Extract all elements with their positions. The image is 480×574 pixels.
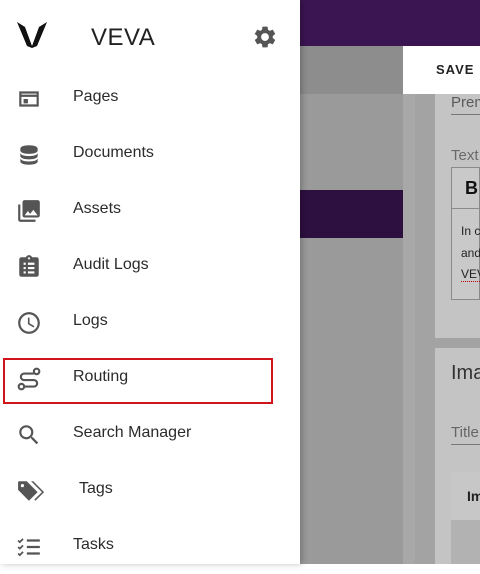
gear-icon[interactable] xyxy=(252,24,278,50)
image-table-body xyxy=(451,520,480,564)
nav-item-audit-logs[interactable]: Audit Logs xyxy=(0,238,300,294)
editor-line-3: VEV xyxy=(461,267,480,282)
nav-label-documents: Documents xyxy=(73,144,154,161)
app-top-bar xyxy=(300,0,480,46)
field-underline xyxy=(451,114,480,115)
nav-label-logs: Logs xyxy=(73,312,108,329)
title-field[interactable]: Title xyxy=(451,424,480,441)
panel-divider xyxy=(403,94,415,564)
nav-item-documents[interactable]: Documents xyxy=(0,126,300,182)
clock-icon xyxy=(18,312,40,334)
nav-item-search-manager[interactable]: Search Manager xyxy=(0,406,300,462)
pages-icon xyxy=(19,91,39,107)
route-icon xyxy=(17,367,41,391)
bold-button[interactable]: B xyxy=(465,178,478,199)
selected-page-row[interactable] xyxy=(300,190,403,238)
nav-label-tasks: Tasks xyxy=(73,536,114,553)
title-underline xyxy=(451,444,480,445)
nav-item-tasks[interactable]: Tasks xyxy=(0,518,300,574)
clipboard-list-icon xyxy=(19,255,39,277)
editor-line-2: and xyxy=(461,246,480,260)
nav-label-search-manager: Search Manager xyxy=(73,424,192,441)
nav-item-assets[interactable]: Assets xyxy=(0,182,300,238)
nav-label-routing: Routing xyxy=(73,368,129,385)
checklist-icon xyxy=(17,538,40,557)
app-title: VEVA xyxy=(91,24,156,51)
nav-label-tags: Tags xyxy=(79,480,113,497)
editor-toolbar-divider xyxy=(452,208,479,209)
nav-item-pages[interactable]: Pages xyxy=(0,70,300,126)
image-card-title: Ima xyxy=(451,362,480,384)
image-library-icon xyxy=(18,200,40,222)
nav-item-logs[interactable]: Logs xyxy=(0,294,300,350)
nav-item-routing[interactable]: Routing xyxy=(0,350,300,406)
page-list-panel xyxy=(300,94,403,564)
editor-line-1: In c xyxy=(461,224,480,238)
save-button[interactable]: SAVE xyxy=(436,62,474,77)
navigation-drawer: VEVA Pages Documents Assets Audit Logs L… xyxy=(0,0,300,564)
veva-logo-icon xyxy=(17,22,47,48)
nav-label-assets: Assets xyxy=(73,200,122,217)
search-icon xyxy=(19,425,39,445)
table-header-cell: Im xyxy=(467,488,480,504)
database-icon xyxy=(20,145,38,165)
nav-label-audit-logs: Audit Logs xyxy=(73,256,149,273)
nav-item-tags[interactable]: Tags xyxy=(0,462,300,518)
image-table-header: Im xyxy=(451,472,480,520)
tags-icon xyxy=(18,481,45,501)
premium-field[interactable]: Prem xyxy=(451,94,480,111)
nav-label-pages: Pages xyxy=(73,88,119,105)
text-label: Text xyxy=(451,147,479,164)
